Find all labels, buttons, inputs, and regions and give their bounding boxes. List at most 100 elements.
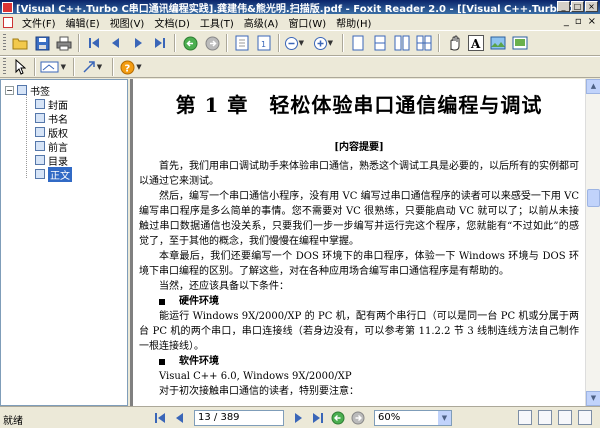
annotation-tool-icon[interactable]: ▼ [40,57,66,77]
toolbar-grip[interactable] [3,34,6,52]
help-icon[interactable]: ? ▼ [118,57,144,77]
chevron-down-icon[interactable]: ▼ [438,411,451,425]
svg-text:?: ? [125,63,131,74]
toolbar-separator [438,34,440,52]
menu-advanced[interactable]: 高级(A) [239,15,284,30]
previous-page-icon[interactable] [106,33,126,53]
back-icon[interactable] [328,409,348,427]
bookmark-item-body[interactable]: 正文 [1,166,127,182]
bookmark-item-cover[interactable]: 封面 [1,97,127,112]
main-toolbar: 1 ▼ ▼ A [0,30,600,56]
pdf-page: 第 1 章 轻松体验串口通信编程与调试 [内容提要] 首先，我们用串口调试助手来… [133,79,585,406]
forward-icon[interactable] [348,409,368,427]
toolbar-separator [342,34,344,52]
zoom-select[interactable]: 60% ▼ [374,410,452,426]
back-icon[interactable] [180,33,200,53]
bookmark-label: 封面 [48,100,68,112]
toolbar-separator [174,34,176,52]
save-icon[interactable] [32,33,52,53]
single-page-icon[interactable] [348,33,368,53]
bookmark-root[interactable]: − 书签 [1,83,127,98]
last-page-icon[interactable] [150,33,170,53]
menu-file[interactable]: 文件(F) [17,15,61,30]
continuous-facing-icon[interactable] [414,33,434,53]
first-page-icon[interactable] [84,33,104,53]
menu-window[interactable]: 窗口(W) [283,15,331,30]
toolbar-separator [78,34,80,52]
summary-heading: [内容提要] [334,142,384,153]
window-controls: _ □ × [557,1,598,12]
zoom-out-icon[interactable]: ▼ [284,33,304,53]
continuous-view-icon[interactable] [538,410,552,425]
hand-tool-icon[interactable] [444,33,464,53]
paragraph: 然后，编写一个串口通信小程序，没有用 VC 编写过串口通信程序的读者可以来感受一… [139,191,579,247]
facing-pages-icon[interactable] [392,33,412,53]
menu-edit[interactable]: 编辑(E) [61,15,105,30]
single-page-view-icon[interactable] [518,410,532,425]
menu-bar: 文件(F) 编辑(E) 视图(V) 文档(D) 工具(T) 高级(A) 窗口(W… [0,14,600,30]
svg-text:1: 1 [261,40,266,49]
maximize-button[interactable]: □ [571,1,584,12]
menu-view[interactable]: 视图(V) [105,15,150,30]
forward-icon[interactable] [202,33,222,53]
bookmark-item-preface[interactable]: 前言 [1,139,127,154]
toolbar-separator [112,58,114,76]
last-page-icon[interactable] [308,409,328,427]
bookmark-item-copyright[interactable]: 版权 [1,125,127,140]
bookmark-label: 前言 [48,142,68,154]
status-text: 就绪 [3,416,23,427]
document-view[interactable]: 第 1 章 轻松体验串口通信编程与调试 [内容提要] 首先，我们用串口调试助手来… [130,79,585,406]
text-select-icon[interactable]: A [466,33,486,53]
menu-document[interactable]: 文档(D) [149,15,195,30]
line-tool-icon[interactable]: ▼ [79,57,105,77]
chevron-down-icon[interactable]: ▼ [61,63,66,71]
vertical-scrollbar[interactable]: ▲ ▼ [585,79,600,406]
next-page-icon[interactable] [128,33,148,53]
menu-help[interactable]: 帮助(H) [331,15,376,30]
actual-size-icon[interactable]: 1 [254,33,274,53]
fit-page-icon[interactable] [232,33,252,53]
minimize-button[interactable]: _ [557,1,570,12]
bookmark-icon [35,169,45,179]
doc-minimize-icon[interactable]: _ [564,16,569,27]
bookmark-label: 书名 [48,114,68,126]
snapshot-icon[interactable] [488,33,508,53]
continuous-facing-view-icon[interactable] [578,410,592,425]
collapse-icon[interactable]: − [5,85,14,95]
chevron-down-icon[interactable]: ▼ [136,63,141,71]
chevron-down-icon[interactable]: ▼ [97,63,102,71]
app-icon [2,1,13,13]
first-page-icon[interactable] [150,409,170,427]
toolbar-separator [73,58,75,76]
open-icon[interactable] [10,33,30,53]
chapter-title: 第 1 章 轻松体验串口通信编程与调试 [175,93,543,117]
facing-view-icon[interactable] [558,410,572,425]
doc-close-icon[interactable]: × [588,16,596,27]
image-icon[interactable] [510,33,530,53]
select-arrow-icon[interactable] [10,57,30,77]
bullet-square-icon [159,358,165,365]
close-button[interactable]: × [585,1,598,12]
secondary-toolbar: ▼ ▼ ? ▼ [0,56,600,78]
next-page-icon[interactable] [288,409,308,427]
bookmark-item-contents[interactable]: 目录 [1,153,127,168]
scroll-thumb[interactable] [587,189,600,207]
page-number-input[interactable]: 13 / 389 [194,410,284,426]
print-icon[interactable] [54,33,74,53]
zoom-in-icon[interactable]: ▼ [313,33,333,53]
bookmark-item-title[interactable]: 书名 [1,111,127,126]
document-icon[interactable] [3,16,13,28]
scroll-down-icon[interactable]: ▼ [586,391,600,406]
doc-restore-icon[interactable]: ▫ [575,16,582,27]
chevron-down-icon[interactable]: ▼ [328,39,333,47]
menu-tools[interactable]: 工具(T) [195,15,239,30]
scroll-up-icon[interactable]: ▲ [586,79,600,94]
paragraph: 首先，我们用串口调试助手来体验串口通信，熟悉这个调试工具是必要的，以后所有的实例… [139,161,579,187]
bookmark-icon [35,113,45,123]
chevron-down-icon[interactable]: ▼ [299,39,304,47]
continuous-page-icon[interactable] [370,33,390,53]
previous-page-icon[interactable] [170,409,190,427]
bookmark-label: 目录 [48,156,68,168]
toolbar-separator [34,58,36,76]
toolbar-grip[interactable] [3,58,6,76]
